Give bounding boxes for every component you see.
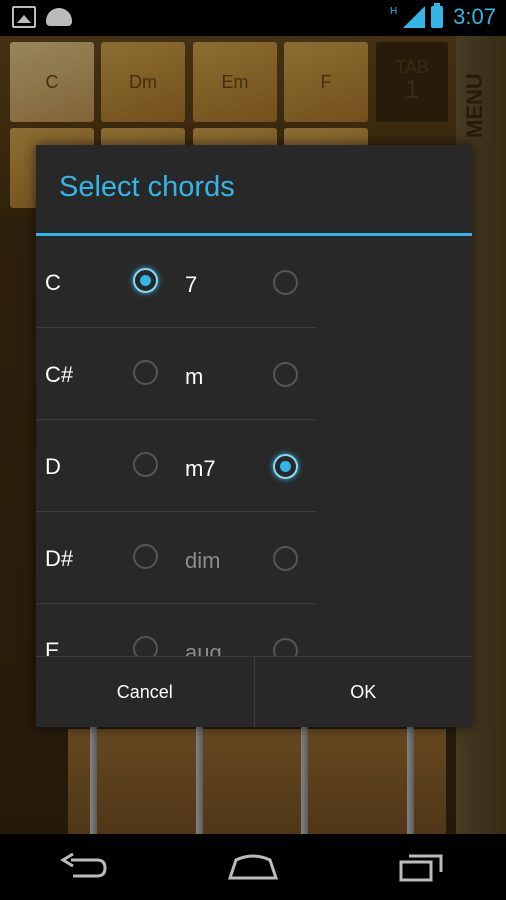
root-option-c-sharp[interactable]: C# <box>36 328 176 420</box>
ok-button[interactable]: OK <box>254 657 472 727</box>
quality-radio-4[interactable] <box>273 638 298 656</box>
root-radio-2[interactable] <box>133 452 158 477</box>
root-note-column: C C# D D# E <box>36 236 176 656</box>
quality-radio-3[interactable] <box>273 546 298 571</box>
root-option-label: C <box>45 270 61 295</box>
android-notification-icon <box>46 8 72 26</box>
battery-icon <box>431 3 444 28</box>
clock: 3:07 <box>453 4 496 29</box>
quality-option-label: 7 <box>185 272 198 297</box>
quality-radio-0[interactable] <box>273 270 298 295</box>
screen: H 3:07 C Dm Em F TAB 1 MENU Select chord… <box>0 0 506 900</box>
root-radio-3[interactable] <box>133 544 158 569</box>
status-bar: H 3:07 <box>0 0 506 36</box>
quality-option-7[interactable]: 7 <box>176 236 316 328</box>
image-notification-icon <box>12 6 36 28</box>
quality-option-dim[interactable]: dim <box>176 512 316 604</box>
navigation-bar <box>0 834 506 900</box>
root-radio-1[interactable] <box>133 360 158 385</box>
quality-option-label: dim <box>185 548 221 573</box>
home-icon[interactable] <box>226 850 280 884</box>
root-option-label: C# <box>45 362 74 387</box>
back-icon[interactable] <box>57 850 111 884</box>
chord-list[interactable]: C C# D D# E 7 m m7 dim aug <box>36 236 472 656</box>
root-option-d-sharp[interactable]: D# <box>36 512 176 604</box>
dialog-title: Select chords <box>59 171 235 203</box>
quality-radio-2[interactable] <box>273 454 298 479</box>
quality-option-label: m <box>185 364 204 389</box>
root-option-label: E <box>45 638 60 656</box>
quality-option-label: m7 <box>185 456 216 481</box>
root-option-d[interactable]: D <box>36 420 176 512</box>
quality-option-label: aug <box>185 640 222 656</box>
cancel-button[interactable]: Cancel <box>36 657 255 727</box>
dialog-button-bar: Cancel OK <box>36 656 472 727</box>
quality-option-aug[interactable]: aug <box>176 604 316 656</box>
root-radio-4[interactable] <box>133 636 158 656</box>
root-option-c[interactable]: C <box>36 236 176 328</box>
quality-option-m7[interactable]: m7 <box>176 420 316 512</box>
network-type-label: H <box>389 5 398 17</box>
quality-option-m[interactable]: m <box>176 328 316 420</box>
root-option-label: D <box>45 454 61 479</box>
signal-icon <box>403 6 426 28</box>
root-option-label: D# <box>45 546 74 571</box>
recent-apps-icon[interactable] <box>395 850 449 884</box>
select-chords-dialog: Select chords C C# D D# E 7 m m7 dim aug… <box>36 145 472 727</box>
chord-quality-column: 7 m m7 dim aug <box>176 236 316 656</box>
quality-radio-1[interactable] <box>273 362 298 387</box>
root-radio-0[interactable] <box>133 268 158 293</box>
root-option-e[interactable]: E <box>36 604 176 656</box>
